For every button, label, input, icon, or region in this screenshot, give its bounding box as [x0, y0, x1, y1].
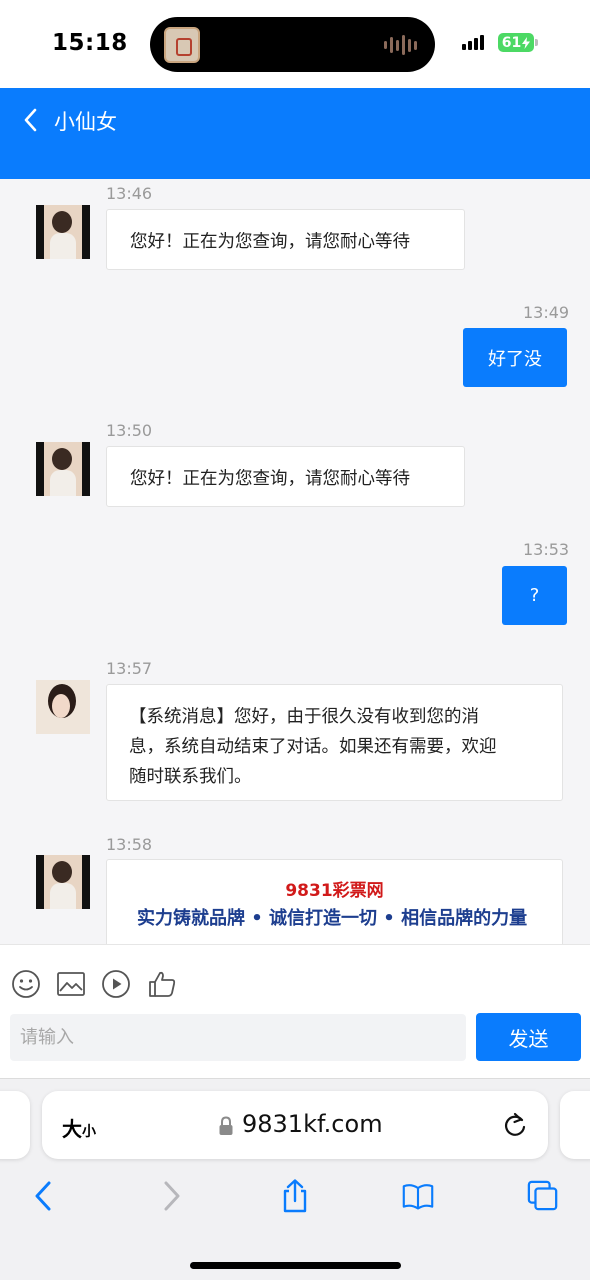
message-time: 13:53 — [523, 540, 570, 559]
reload-icon[interactable] — [502, 1111, 528, 1139]
cellular-signal-icon — [462, 35, 484, 50]
battery-indicator: 61 — [498, 33, 538, 52]
send-button[interactable]: 发送 — [476, 1013, 581, 1061]
chat-title: 小仙女 — [54, 110, 117, 134]
tabs-icon[interactable] — [527, 1179, 559, 1213]
message-input[interactable] — [10, 1014, 466, 1061]
system-message-bubble[interactable]: 【系统消息】您好，由于很久没有收到您的消 息，系统自动结束了对话。如果还有需要，… — [106, 684, 563, 801]
message-text: ? — [529, 585, 540, 606]
image-icon[interactable] — [56, 969, 86, 999]
message-text: 您好！正在为您查询，请您耐心等待 — [130, 469, 410, 489]
agent-avatar[interactable] — [36, 205, 90, 259]
system-message-line: 随时联系我们。 — [129, 767, 252, 787]
agent-avatar[interactable] — [36, 855, 90, 909]
promo-card[interactable]: 9831彩票网 实力铸就品牌 • 诚信打造一切 • 相信品牌的力量 — [106, 859, 563, 944]
app-thumbnail-icon — [164, 27, 200, 63]
back-arrow-icon[interactable] — [28, 1179, 60, 1213]
address-bar[interactable]: 大小 9831kf.com — [42, 1091, 548, 1159]
thumbs-up-icon[interactable] — [147, 969, 177, 999]
lock-icon — [219, 1116, 233, 1135]
message-time: 13:50 — [106, 421, 153, 440]
play-icon[interactable] — [101, 969, 131, 999]
message-time: 13:58 — [106, 835, 153, 854]
agent-avatar[interactable] — [36, 680, 90, 734]
status-time: 15:18 — [52, 30, 128, 56]
audio-wave-icon — [384, 35, 417, 55]
battery-level: 61 — [501, 34, 522, 51]
message-time: 13:49 — [523, 303, 570, 322]
send-button-label: 发送 — [508, 1026, 549, 1051]
home-indicator[interactable] — [190, 1262, 401, 1269]
next-tab-peek[interactable] — [560, 1091, 590, 1159]
chevron-left-icon[interactable] — [20, 106, 42, 134]
text-size-large: 大 — [62, 1117, 82, 1141]
text-size-button[interactable]: 大小 — [62, 1113, 96, 1142]
user-message-bubble[interactable]: 好了没 — [463, 328, 567, 387]
user-message-bubble[interactable]: ? — [502, 566, 567, 625]
message-text: 好了没 — [488, 348, 542, 370]
system-message-line: 息，系统自动结束了对话。如果还有需要，欢迎 — [129, 737, 497, 757]
text-size-small: 小 — [82, 1124, 96, 1140]
forward-arrow-icon[interactable] — [155, 1179, 187, 1213]
charging-bolt-icon — [522, 36, 531, 49]
agent-avatar[interactable] — [36, 442, 90, 496]
previous-tab-peek[interactable] — [0, 1091, 30, 1159]
browser-toolbar: 大小 9831kf.com — [0, 1078, 590, 1280]
system-message-line: 【系统消息】您好，由于很久没有收到您的消 — [129, 707, 479, 727]
input-area: 发送 — [0, 944, 590, 1078]
message-time: 13:46 — [106, 184, 153, 203]
url-text: 9831kf.com — [242, 1110, 383, 1138]
promo-title: 9831彩票网 — [285, 881, 384, 901]
message-list[interactable]: 13:46 您好！正在为您查询，请您耐心等待 13:49 好了没 13:50 您… — [0, 179, 590, 944]
emoji-icon[interactable] — [11, 969, 41, 999]
bookmarks-icon[interactable] — [402, 1179, 434, 1213]
agent-message-bubble[interactable]: 您好！正在为您查询，请您耐心等待 — [106, 209, 465, 270]
message-time: 13:57 — [106, 659, 153, 678]
message-text: 您好！正在为您查询，请您耐心等待 — [130, 232, 410, 252]
dynamic-island[interactable] — [150, 17, 435, 72]
agent-message-bubble[interactable]: 您好！正在为您查询，请您耐心等待 — [106, 446, 465, 507]
promo-slogan: 实力铸就品牌 • 诚信打造一切 • 相信品牌的力量 — [137, 908, 528, 929]
status-bar: 15:18 61 — [0, 0, 590, 88]
share-icon[interactable] — [279, 1179, 311, 1213]
chat-header: 小仙女 — [0, 88, 590, 179]
